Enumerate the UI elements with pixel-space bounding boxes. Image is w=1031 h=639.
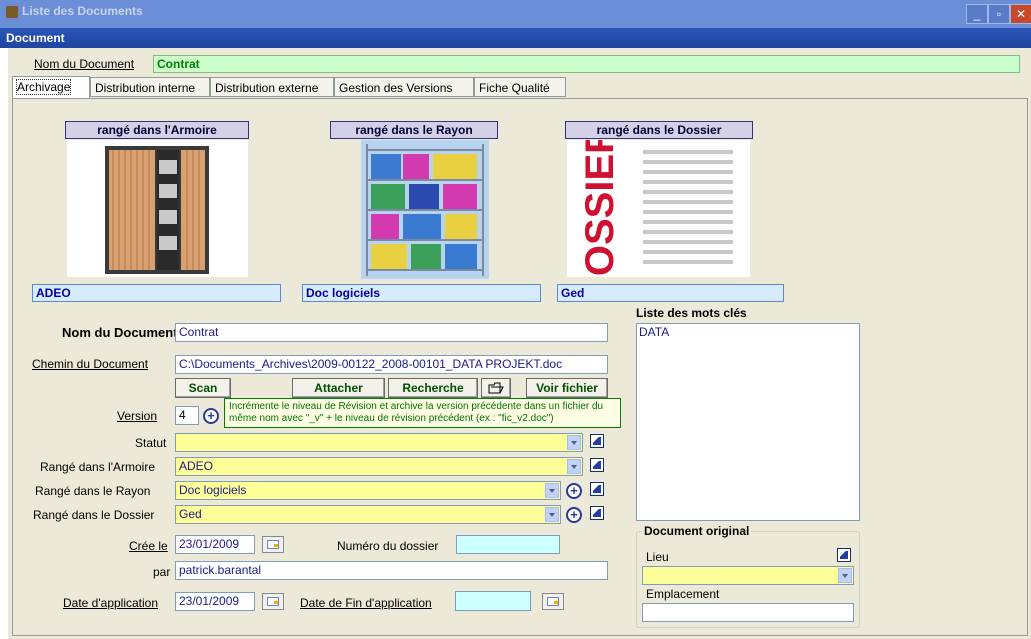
chemin-label-text: Chemin du Document — [32, 357, 149, 371]
keywords-list[interactable]: DATA — [636, 323, 860, 521]
par-label: par — [153, 565, 171, 579]
scan-button[interactable]: Scan — [175, 378, 231, 398]
dossier-caption: rangé dans le Dossier — [565, 121, 753, 139]
calendar-icon[interactable] — [262, 593, 284, 610]
rayon-image — [361, 140, 489, 279]
nom-label: Nom du Document — [62, 325, 178, 340]
emplacement-input[interactable] — [642, 603, 854, 622]
date-app-label: Date d'application — [63, 596, 158, 610]
minimize-button[interactable]: _ — [966, 4, 988, 24]
cree-label-text: Crée le — [129, 539, 168, 553]
calendar-icon[interactable] — [542, 593, 564, 610]
chevron-down-icon[interactable] — [545, 507, 559, 522]
dossier-value-field[interactable]: Ged — [557, 284, 784, 302]
tab-distribution-externe-label: Distribution externe — [215, 81, 319, 95]
armoire-select-value: ADEO — [179, 459, 214, 473]
list-item[interactable]: DATA — [637, 324, 859, 340]
dossier-image-text: DOSSIER — [578, 140, 622, 277]
lieu-label: Lieu — [646, 550, 669, 564]
numero-input[interactable] — [456, 535, 560, 554]
emplacement-label: Emplacement — [646, 587, 720, 601]
rayon-select[interactable]: Doc logiciels — [175, 481, 561, 500]
chemin-label: Chemin du Document — [32, 357, 148, 371]
tab-distribution-interne-label: Distribution interne — [95, 81, 196, 95]
par-input[interactable]: patrick.barantal — [175, 561, 608, 580]
open-link-icon[interactable] — [590, 458, 604, 472]
tab-distribution-interne[interactable]: Distribution interne — [90, 77, 210, 97]
armoire-image — [67, 140, 248, 277]
version-label: Version — [117, 409, 157, 423]
increment-version-icon[interactable]: + — [203, 408, 219, 424]
rayon-select-value: Doc logiciels — [179, 483, 247, 497]
open-folder-icon — [488, 382, 504, 394]
statut-label: Statut — [135, 436, 167, 450]
top-nom-label-text: Nom du Document — [34, 57, 135, 71]
add-rayon-icon[interactable]: + — [566, 483, 582, 499]
top-nom-field[interactable]: Contrat — [153, 55, 1020, 73]
keywords-label: Liste des mots clés — [636, 306, 747, 320]
nom-input[interactable]: Contrat — [175, 323, 608, 342]
version-input[interactable]: 4 — [175, 406, 199, 425]
rayon-caption: rangé dans le Rayon — [330, 121, 498, 139]
tab-gestion-versions[interactable]: Gestion des Versions — [334, 77, 474, 97]
chevron-down-icon[interactable] — [545, 483, 559, 498]
numero-label: Numéro du dossier — [337, 539, 439, 553]
date-fin-label-text: Date de Fin d'application — [300, 596, 432, 610]
open-link-icon[interactable] — [837, 548, 851, 562]
armoire-select[interactable]: ADEO — [175, 457, 583, 476]
version-label-text: Version — [117, 409, 158, 423]
cree-date-input[interactable]: 23/01/2009 — [175, 535, 255, 554]
date-fin-label: Date de Fin d'application — [300, 596, 432, 610]
cree-label: Crée le — [129, 539, 168, 553]
open-link-icon[interactable] — [590, 506, 604, 520]
date-fin-input[interactable] — [455, 591, 531, 611]
lieu-select[interactable] — [642, 566, 854, 585]
armoire-caption: rangé dans l'Armoire — [65, 121, 249, 139]
tab-distribution-externe[interactable]: Distribution externe — [210, 77, 334, 97]
armoire-value-field[interactable]: ADEO — [32, 284, 281, 302]
date-app-label-text: Date d'application — [63, 596, 159, 610]
dossier-select[interactable]: Ged — [175, 505, 561, 524]
top-nom-label: Nom du Document — [34, 57, 134, 71]
tab-archivage-label: Archivage — [15, 79, 72, 95]
window-title: Liste des Documents — [22, 4, 143, 18]
form-header: Document — [0, 28, 1031, 48]
chemin-input[interactable]: C:\Documents_Archives\2009-00122_2008-00… — [175, 355, 608, 374]
open-link-icon[interactable] — [590, 434, 604, 448]
tab-archivage[interactable]: Archivage — [12, 76, 90, 98]
dossier-label: Rangé dans le Dossier — [33, 508, 155, 522]
document-original-title: Document original — [642, 524, 752, 538]
calendar-icon[interactable] — [262, 536, 284, 553]
folder-icon: DOSSIER — [578, 140, 733, 277]
dossier-select-value: Ged — [179, 507, 202, 521]
recherche-button[interactable]: Recherche — [388, 378, 478, 398]
add-dossier-icon[interactable]: + — [566, 507, 582, 523]
dossier-image: DOSSIER — [567, 140, 750, 277]
maximize-button[interactable]: ▫ — [988, 4, 1010, 24]
attacher-button[interactable]: Attacher — [292, 378, 385, 398]
tab-fiche-qualite-label: Fiche Qualité — [479, 81, 550, 95]
folder-browse-button[interactable] — [481, 378, 511, 398]
form-header-title: Document — [6, 31, 65, 45]
tab-fiche-qualite[interactable]: Fiche Qualité — [474, 77, 566, 97]
rayon-label: Rangé dans le Rayon — [35, 484, 151, 498]
shelf-icon — [366, 144, 484, 276]
version-tooltip: Incrémente le niveau de Révision et arch… — [224, 398, 621, 428]
close-button[interactable]: ✕ — [1010, 4, 1031, 24]
date-app-input[interactable]: 23/01/2009 — [175, 592, 255, 611]
rayon-value-field[interactable]: Doc logiciels — [302, 284, 541, 302]
tab-gestion-versions-label: Gestion des Versions — [339, 81, 453, 95]
chevron-down-icon[interactable] — [838, 568, 852, 583]
left-margin — [0, 48, 8, 639]
armoire-label: Rangé dans l'Armoire — [40, 460, 156, 474]
voir-fichier-button[interactable]: Voir fichier — [526, 378, 608, 398]
window-titlebar: Liste des Documents _ ▫ ✕ — [0, 0, 1031, 28]
chevron-down-icon[interactable] — [567, 435, 581, 450]
app-icon — [6, 6, 18, 18]
chevron-down-icon[interactable] — [567, 459, 581, 474]
statut-select[interactable] — [175, 433, 583, 452]
cabinet-icon — [105, 146, 209, 274]
open-link-icon[interactable] — [590, 482, 604, 496]
